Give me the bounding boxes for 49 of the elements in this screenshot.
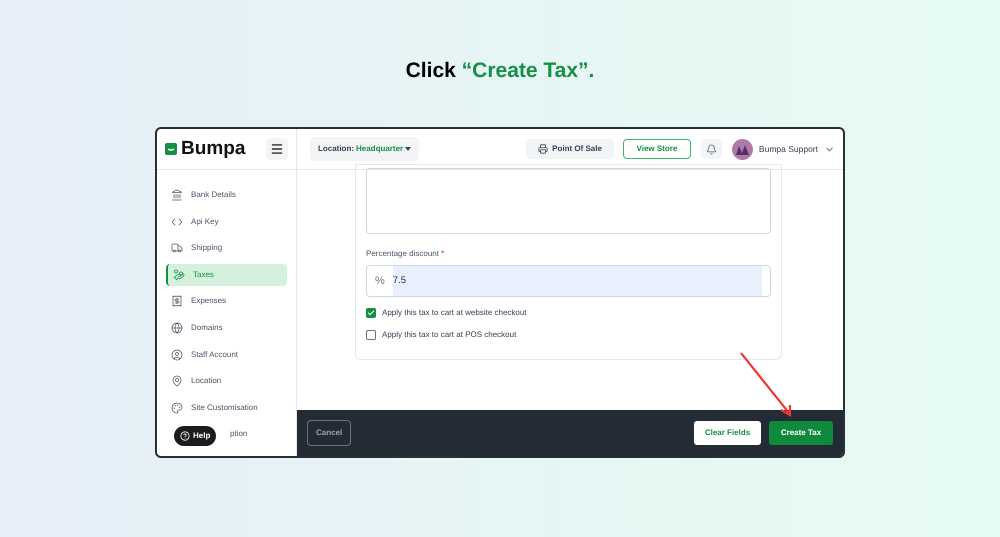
input-value: 7.5 bbox=[392, 266, 762, 296]
receipt-icon bbox=[171, 295, 183, 308]
brand-name: Bumpa bbox=[181, 136, 246, 161]
sidebar-item[interactable]: Bank Details bbox=[166, 184, 287, 206]
sidebar-item[interactable]: Taxes bbox=[166, 264, 287, 286]
dropdown-caret-icon bbox=[405, 147, 412, 151]
sidebar-item[interactable]: Location bbox=[166, 370, 287, 392]
sidebar-item[interactable]: ption bbox=[228, 423, 250, 446]
point-of-sale-button[interactable]: Point Of Sale bbox=[526, 139, 614, 159]
user-name: Bumpa Support bbox=[758, 142, 818, 156]
checkbox-label: Apply this tax to cart at website checkout bbox=[382, 307, 527, 319]
bank-icon bbox=[171, 189, 183, 201]
truck-icon bbox=[171, 242, 183, 254]
help-button[interactable]: Help bbox=[174, 426, 216, 446]
sidebar-item[interactable]: Domains bbox=[166, 316, 287, 339]
sidebar-item[interactable]: Staff Account bbox=[166, 344, 287, 366]
logo-icon bbox=[165, 143, 177, 155]
palette-icon bbox=[171, 402, 183, 414]
sidebar-item[interactable]: Site Customisation bbox=[166, 396, 287, 419]
check-icon bbox=[367, 309, 375, 317]
help-icon bbox=[180, 431, 190, 441]
percent-prefix: % bbox=[374, 274, 386, 289]
printer-icon bbox=[538, 144, 548, 154]
coins-icon bbox=[173, 268, 185, 281]
create-tax-button[interactable]: Create Tax bbox=[769, 421, 833, 445]
pin-icon bbox=[171, 375, 183, 388]
avatar-icon bbox=[732, 138, 753, 160]
cancel-button[interactable]: Cancel bbox=[307, 420, 352, 446]
menu-icon bbox=[270, 142, 284, 156]
sidebar-item[interactable]: Expenses bbox=[166, 290, 287, 312]
view-store-button[interactable]: View Store bbox=[622, 139, 691, 159]
sidebar-item[interactable]: Api Key bbox=[166, 210, 287, 233]
notifications-button[interactable] bbox=[700, 139, 722, 159]
bell-icon bbox=[706, 144, 717, 154]
field-label: Percentage discount * bbox=[366, 249, 444, 258]
clear-fields-button[interactable]: Clear Fields bbox=[694, 421, 761, 445]
description-field[interactable] bbox=[366, 168, 771, 234]
checkbox[interactable] bbox=[366, 330, 376, 340]
menu-button[interactable] bbox=[266, 138, 288, 160]
user-icon bbox=[171, 348, 183, 361]
globe-icon bbox=[171, 322, 183, 334]
instruction-title: Click “Create Tax”. bbox=[406, 58, 594, 83]
checkbox[interactable] bbox=[366, 308, 376, 318]
code-icon bbox=[171, 216, 183, 228]
location-selector[interactable]: Location: Headquarter bbox=[310, 137, 420, 161]
checkbox-label: Apply this tax to cart at POS checkout bbox=[382, 329, 516, 341]
arrow-drawing bbox=[740, 352, 792, 417]
percentage-input[interactable]: % 7.5 bbox=[366, 265, 771, 297]
sidebar-item[interactable]: Shipping bbox=[166, 237, 287, 260]
